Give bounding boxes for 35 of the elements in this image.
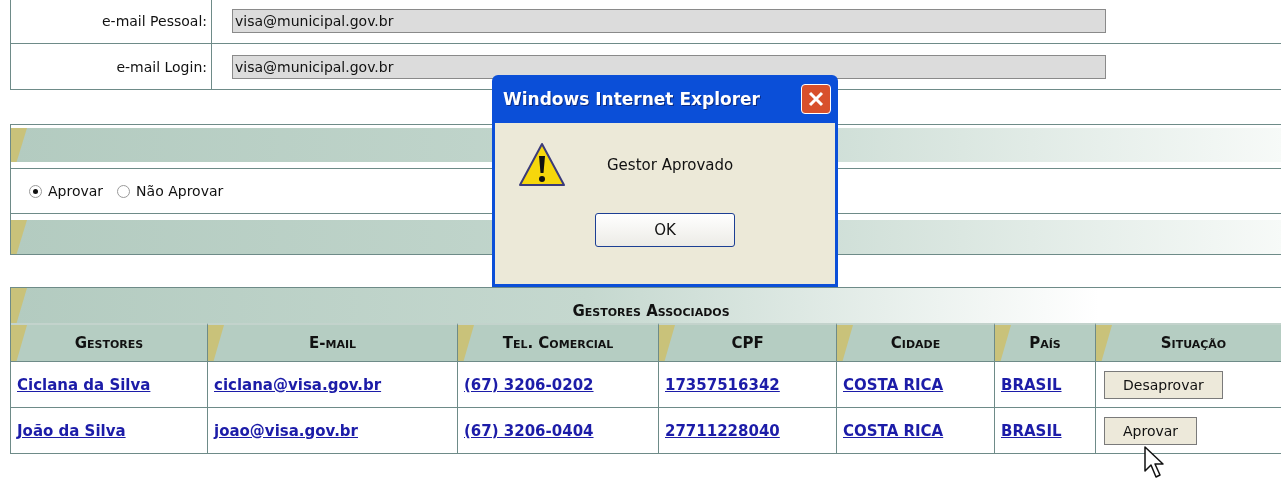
column-header: E-mail	[207, 323, 457, 361]
column-header: Tel. Comercial	[457, 323, 658, 361]
dialog-message: Gestor Aprovado	[607, 156, 734, 174]
column-header: País	[994, 323, 1095, 361]
ok-button[interactable]: OK	[595, 213, 735, 247]
dialog-title: Windows Internet Explorer	[503, 89, 760, 109]
close-button[interactable]	[801, 84, 831, 114]
table-link[interactable]: BRASIL	[1001, 375, 1062, 394]
column-header: Gestores	[11, 323, 207, 361]
field-label: e-mail Pessoal:	[102, 12, 207, 29]
radio-button[interactable]	[29, 184, 42, 198]
table-link[interactable]: 17357516342	[665, 375, 780, 394]
table-link[interactable]: João da Silva	[17, 421, 126, 440]
close-icon	[807, 90, 825, 108]
table-link[interactable]: (67) 3206-0202	[464, 375, 594, 394]
radio-label: Aprovar	[48, 183, 104, 199]
column-header: Situação	[1095, 323, 1281, 361]
radio-label: Não Aprovar	[136, 183, 224, 199]
approval-button[interactable]: Aprovar	[1104, 416, 1198, 445]
table-link[interactable]: Ciclana da Silva	[17, 375, 151, 394]
email-field[interactable]: visa@municipal.gov.br	[232, 8, 1106, 33]
table-link[interactable]: 27711228040	[665, 421, 780, 440]
table-link[interactable]: COSTA RICA	[843, 375, 944, 394]
approval-button[interactable]: Desaprovar	[1104, 370, 1223, 399]
table-link[interactable]: joao@visa.gov.br	[214, 421, 358, 440]
table-link[interactable]: COSTA RICA	[843, 421, 944, 440]
table-link[interactable]: (67) 3206-0404	[464, 421, 594, 440]
field-label: e-mail Login:	[116, 58, 207, 75]
column-header: CPF	[658, 323, 836, 361]
email-field[interactable]: visa@municipal.gov.br	[232, 54, 1106, 79]
table-link[interactable]: BRASIL	[1001, 421, 1062, 440]
column-header: Cidade	[836, 323, 994, 361]
radio-button[interactable]	[117, 184, 131, 198]
table-link[interactable]: ciclana@visa.gov.br	[214, 375, 382, 394]
warning-icon	[517, 141, 567, 189]
